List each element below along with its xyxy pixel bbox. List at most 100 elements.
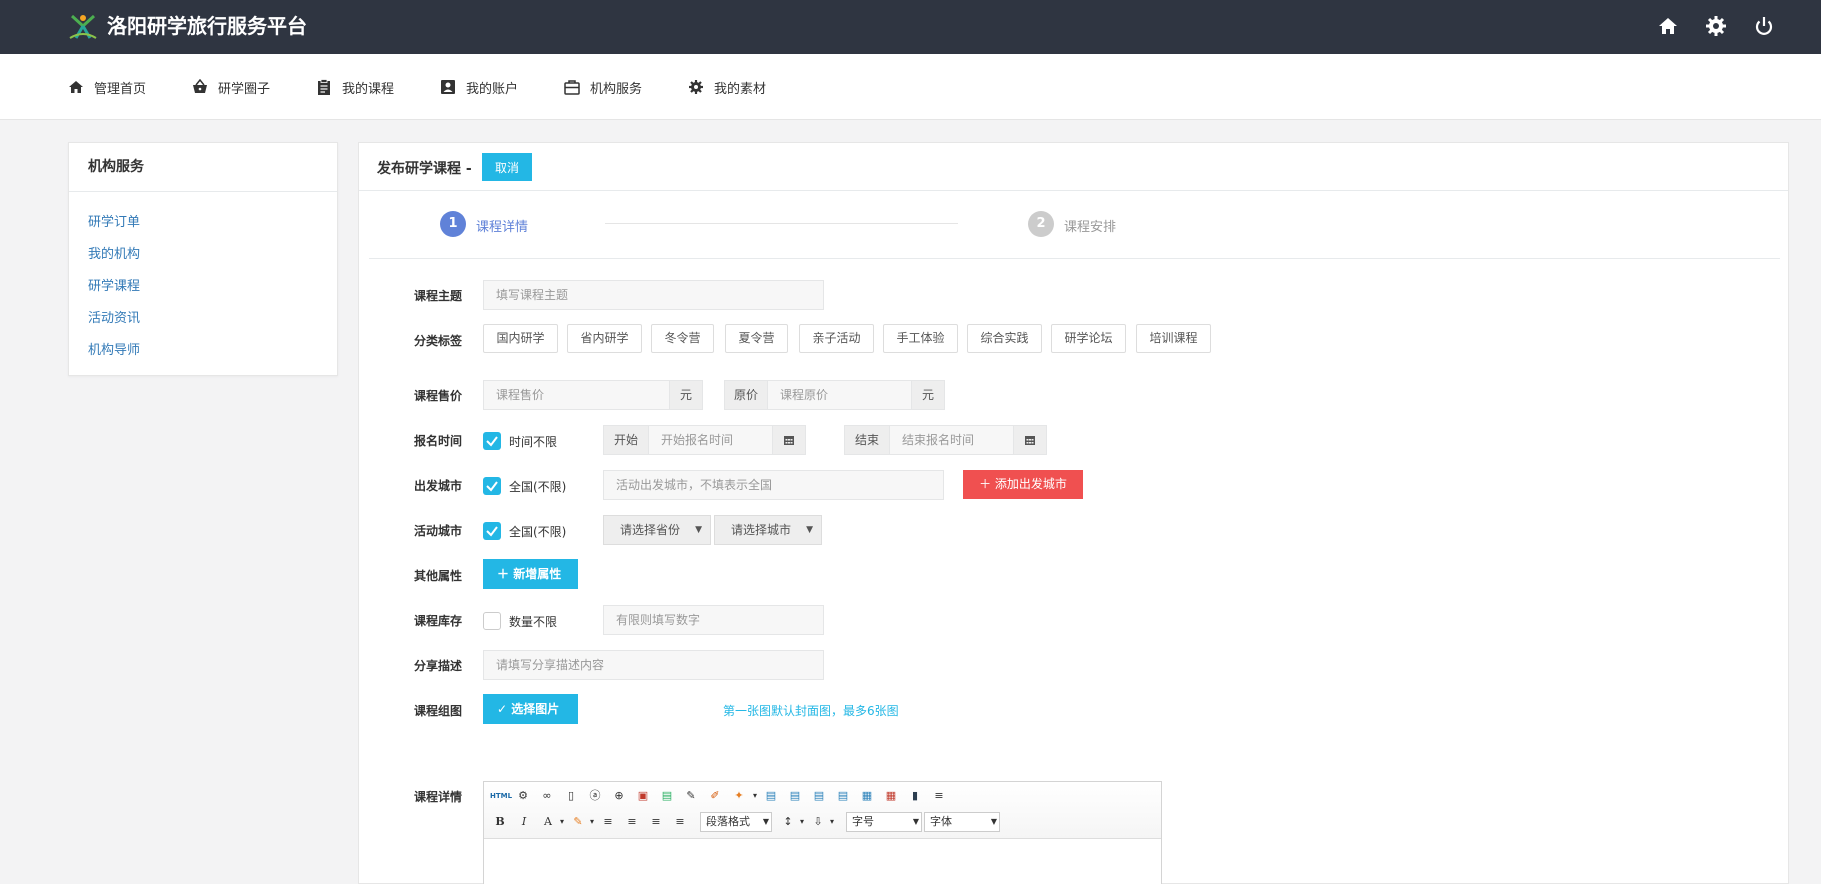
caret-down-icon: ▼: [695, 525, 702, 535]
float-center-icon[interactable]: ▤: [811, 788, 827, 804]
italic-icon[interactable]: I: [516, 814, 532, 830]
font-size-value: 字号: [852, 815, 874, 828]
rich-text-editor[interactable]: HTML ⚙ ∞ ▯ ⓐ ⊕ ▣ ▤ ✎ ✐ ✦ ▾ ▤ ▤ ▤ ▤ ▦ ▦ ▮…: [483, 781, 1162, 884]
add-attribute-button[interactable]: ＋ 新增属性: [483, 559, 578, 589]
city-select-value: 请选择城市: [731, 523, 792, 537]
tag-forum[interactable]: 研学论坛: [1051, 324, 1126, 353]
step-2-label[interactable]: 课程安排: [1064, 216, 1116, 235]
float-left-icon[interactable]: ▤: [763, 788, 779, 804]
tag-training[interactable]: 培训课程: [1136, 324, 1211, 353]
align-justify-icon[interactable]: ≡: [648, 814, 664, 830]
nav-label: 管理首页: [94, 81, 147, 97]
stock-unlimited-checkbox[interactable]: [483, 612, 501, 630]
tag-winter-camp[interactable]: 冬令营: [651, 324, 714, 353]
float-none-icon[interactable]: ▤: [835, 788, 851, 804]
tag-practice[interactable]: 综合实践: [967, 324, 1042, 353]
nav-label: 机构服务: [590, 81, 643, 97]
chevron-down-icon[interactable]: ▾: [794, 814, 810, 830]
cancel-button[interactable]: 取消: [482, 153, 532, 181]
start-time-input[interactable]: 开始报名时间: [648, 425, 773, 455]
editor-content-area[interactable]: [484, 839, 1161, 884]
nav-label: 我的课程: [342, 81, 395, 97]
activity-city-label: 活动城市: [414, 524, 463, 538]
chevron-down-icon: ▼: [762, 817, 769, 826]
nav-label: 我的账户: [466, 81, 519, 97]
bold-icon[interactable]: B: [492, 814, 508, 830]
image-icon[interactable]: ▣: [635, 788, 651, 804]
depart-city-input[interactable]: 活动出发城市，不填表示全国: [603, 470, 944, 500]
signup-label: 报名时间: [414, 434, 463, 448]
float-right-icon[interactable]: ▤: [787, 788, 803, 804]
tag-province[interactable]: 省内研学: [567, 324, 642, 353]
end-time-input[interactable]: 结束报名时间: [889, 425, 1014, 455]
price-input[interactable]: 课程售价: [483, 380, 670, 410]
eraser-icon[interactable]: ✎: [683, 788, 699, 804]
city-select[interactable]: 请选择城市 ▼: [714, 515, 822, 545]
align-right-icon[interactable]: ≡: [672, 814, 688, 830]
nav-item-courses[interactable]: 我的课程: [316, 76, 394, 98]
chevron-down-icon: ▼: [990, 817, 997, 826]
gear-icon[interactable]: [1704, 14, 1728, 38]
sidebar-item-orders[interactable]: 研学订单: [88, 211, 140, 230]
page-break-icon[interactable]: ≡: [931, 788, 947, 804]
sidebar-item-news[interactable]: 活动资讯: [88, 307, 140, 326]
theme-input[interactable]: 填写课程主题: [483, 280, 824, 310]
new-doc-icon[interactable]: ▯: [563, 788, 579, 804]
sidebar-item-my-org[interactable]: 我的机构: [88, 243, 140, 262]
nav-item-org-service[interactable]: 机构服务: [564, 76, 642, 98]
tag-summer-camp[interactable]: 夏令营: [725, 324, 788, 353]
chevron-down-icon[interactable]: ▾: [824, 814, 840, 830]
chevron-down-icon[interactable]: ▾: [584, 814, 600, 830]
find-icon[interactable]: ⊕: [611, 788, 627, 804]
orig-price-input[interactable]: 课程原价: [767, 380, 912, 410]
template-icon[interactable]: ⚙: [515, 788, 531, 804]
nav-item-materials[interactable]: 我的素材: [688, 76, 766, 98]
nav-label: 我的素材: [714, 81, 767, 97]
page-title-text: 发布研学课程: [377, 161, 461, 177]
nav-item-home[interactable]: 管理首页: [68, 76, 146, 98]
page-title: 发布研学课程 -: [377, 158, 472, 178]
font-family-value: 字体: [930, 815, 952, 828]
html-source-icon[interactable]: HTML: [490, 788, 512, 804]
chevron-down-icon[interactable]: ▾: [747, 788, 763, 804]
add-attribute-label: 新增属性: [513, 567, 562, 581]
font-family-select[interactable]: 字体 ▼: [924, 812, 1000, 832]
tag-handcraft[interactable]: 手工体验: [883, 324, 958, 353]
sidebar-item-courses[interactable]: 研学课程: [88, 275, 140, 294]
end-calendar-button[interactable]: [1013, 425, 1047, 455]
province-select[interactable]: 请选择省份 ▼: [603, 515, 711, 545]
font-size-select[interactable]: 字号 ▼: [846, 812, 922, 832]
align-left-icon[interactable]: ≡: [600, 814, 616, 830]
power-icon[interactable]: [1752, 14, 1776, 38]
activity-nationwide-checkbox[interactable]: [483, 522, 501, 540]
add-depart-city-button[interactable]: ＋ 添加出发城市: [963, 470, 1083, 499]
video-icon[interactable]: ▮: [907, 788, 923, 804]
editor-toolbar: HTML ⚙ ∞ ▯ ⓐ ⊕ ▣ ▤ ✎ ✐ ✦ ▾ ▤ ▤ ▤ ▤ ▦ ▦ ▮…: [484, 782, 1161, 839]
select-images-button[interactable]: ✓ 选择图片: [483, 694, 578, 724]
plus-icon: ＋: [497, 567, 510, 581]
stock-input[interactable]: 有限则填写数字: [603, 605, 824, 635]
start-calendar-button[interactable]: [772, 425, 806, 455]
chevron-down-icon[interactable]: ▾: [554, 814, 570, 830]
table-icon[interactable]: ▦: [859, 788, 875, 804]
signup-unlimited-checkbox[interactable]: [483, 432, 501, 450]
format-brush-icon[interactable]: ✐: [707, 788, 723, 804]
step-1-label[interactable]: 课程详情: [476, 216, 528, 235]
tag-domestic[interactable]: 国内研学: [483, 324, 558, 353]
tag-parent-child[interactable]: 亲子活动: [799, 324, 874, 353]
sidebar-item-tutors[interactable]: 机构导师: [88, 339, 140, 358]
share-input[interactable]: 请填写分享描述内容: [483, 650, 824, 680]
share-label: 分享描述: [414, 659, 463, 673]
home-icon[interactable]: [1656, 14, 1680, 38]
paragraph-format-select[interactable]: 段落格式 ▼: [700, 812, 772, 832]
depart-nationwide-text: 全国(不限): [509, 480, 567, 494]
link-icon[interactable]: ∞: [539, 788, 555, 804]
nav-item-account[interactable]: 我的账户: [440, 76, 518, 98]
align-center-icon[interactable]: ≡: [624, 814, 640, 830]
anchor-icon[interactable]: ⓐ: [587, 788, 603, 804]
magic-icon[interactable]: ✦: [731, 788, 747, 804]
depart-nationwide-checkbox[interactable]: [483, 477, 501, 495]
nav-item-circle[interactable]: 研学圈子: [192, 76, 270, 98]
insert-image-icon[interactable]: ▤: [659, 788, 675, 804]
delete-table-icon[interactable]: ▦: [883, 788, 899, 804]
